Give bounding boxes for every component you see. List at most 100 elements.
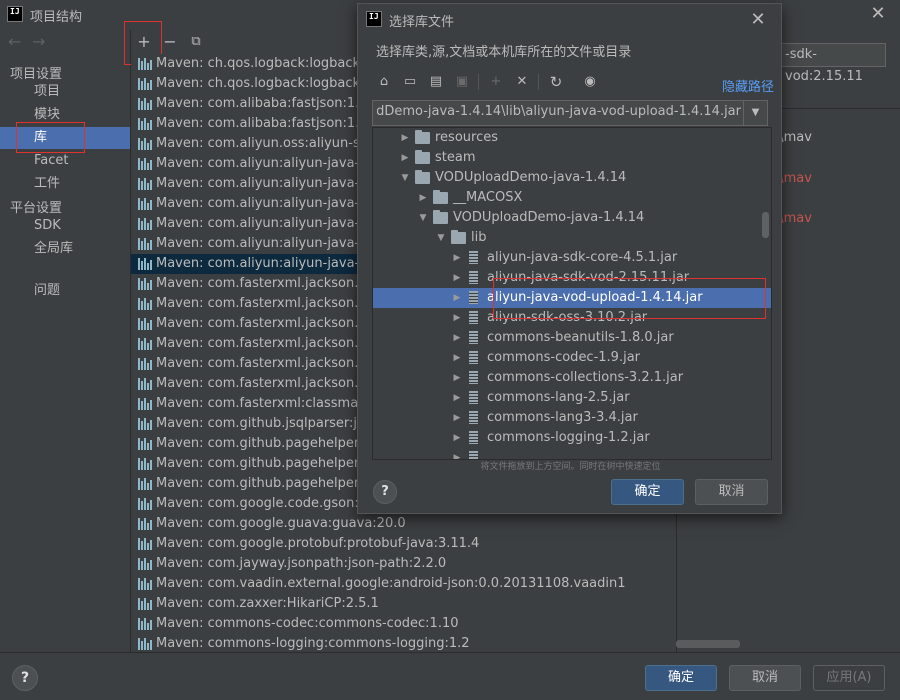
library-item[interactable]: Maven: com.google.guava:guava:20.0 [131,514,676,534]
library-icon [138,598,152,610]
library-label: Maven: com.fasterxml:classmate:1. [156,396,389,411]
module-folder-icon[interactable]: ▣ [452,71,472,93]
library-label: Maven: com.alibaba:fastjson:1.2.28 [156,96,389,111]
nav-item-modules[interactable]: 模块 [0,104,130,126]
chevron-right-icon[interactable]: ▶ [451,248,463,268]
nav-item-libraries[interactable]: 库 [0,127,130,149]
chevron-right-icon[interactable]: ▶ [451,368,463,388]
tree-item-jar[interactable]: ▶ commons-lang-2.5.jar [373,388,771,408]
library-icon [138,418,152,430]
navigation-history: ← → [0,30,130,56]
chevron-down-icon[interactable]: ▼ [417,208,429,228]
tree-item-jar[interactable]: ▶ commons-codec-1.9.jar [373,348,771,368]
help-icon[interactable]: ? [12,665,38,691]
library-icon [138,558,152,570]
ok-button[interactable]: 确定 [645,665,717,691]
chevron-right-icon[interactable]: ▶ [451,268,463,288]
library-item[interactable]: Maven: commons-codec:commons-codec:1.10 [131,614,676,634]
tree-item-label: commons-codec-1.9.jar [487,350,641,365]
new-folder-icon[interactable]: + [486,71,506,93]
library-item[interactable]: Maven: com.vaadin.external.google:androi… [131,574,676,594]
library-label: Maven: com.fasterxml.jackson.data [156,356,388,371]
forward-arrow-icon[interactable]: → [32,32,45,51]
horizontal-scrollbar[interactable] [676,640,740,648]
tree-item-folder[interactable]: ▶ __MACOSX [373,188,771,208]
library-item[interactable]: Maven: com.google.protobuf:protobuf-java… [131,534,676,554]
path-value: UploadDemo-java-1.4.14\lib\aliyun-java-v… [377,104,741,119]
library-item[interactable]: Maven: com.zaxxer:HikariCP:2.5.1 [131,594,676,614]
refresh-icon[interactable]: ↻ [546,71,566,93]
tree-item-jar[interactable]: ▶ aliyun-java-vod-upload-1.4.14.jar [373,288,771,308]
library-icon [138,438,152,450]
help-icon[interactable]: ? [373,480,397,504]
tree-item-jar[interactable]: ▶ aliyun-java-sdk-vod-2.15.11.jar [373,268,771,288]
nav-item-project[interactable]: 项目 [0,81,130,103]
library-label: Maven: com.zaxxer:HikariCP:2.5.1 [156,596,379,611]
chevron-right-icon[interactable]: ▶ [399,148,411,168]
desktop-icon[interactable]: ▭ [400,71,420,93]
library-icon [138,238,152,250]
cancel-button[interactable]: 取消 [729,665,801,691]
chevron-right-icon[interactable]: ▶ [417,188,429,208]
dialog-ok-button[interactable]: 确定 [611,479,684,505]
close-icon[interactable]: ✕ [866,2,890,26]
tree-item-label: aliyun-java-sdk-core-4.5.1.jar [487,250,678,265]
settings-nav: 项目设置 项目 模块 库 Facet 工件 平台设置 SDK 全局库 问题 [0,56,130,652]
tree-item-folder[interactable]: ▶ steam [373,148,771,168]
apply-button[interactable]: 应用(A) [813,665,885,691]
tree-item-folder[interactable]: ▼ lib [373,228,771,248]
project-folder-icon[interactable]: ▤ [426,71,446,93]
add-icon[interactable]: + [133,31,155,53]
library-item[interactable]: Maven: commons-logging:commons-logging:1… [131,634,676,652]
chevron-right-icon[interactable]: ▶ [451,388,463,408]
chevron-right-icon[interactable]: ▶ [451,308,463,328]
chevron-right-icon[interactable]: ▶ [451,348,463,368]
library-icon [138,378,152,390]
nav-item-global-libraries[interactable]: 全局库 [0,238,130,260]
copy-icon[interactable]: ⧉ [185,31,207,53]
library-icon [138,358,152,370]
library-label: Maven: com.aliyun.oss:aliyun-sdk-c [156,136,388,151]
chevron-right-icon[interactable]: ▶ [399,128,411,148]
hide-path-link[interactable]: 隐藏路径 [722,76,774,95]
path-combobox[interactable]: UploadDemo-java-1.4.14\lib\aliyun-java-v… [372,100,768,126]
library-item[interactable]: Maven: com.jayway.jsonpath:json-path:2.2… [131,554,676,574]
tree-item-label: commons-collections-3.2.1.jar [487,370,684,385]
tree-item-label: commons-lang3-3.4.jar [487,410,638,425]
tree-item-jar[interactable]: ▶ aliyun-sdk-oss-3.10.2.jar [373,308,771,328]
nav-item-sdk[interactable]: SDK [0,215,130,237]
vertical-scrollbar[interactable] [762,212,769,238]
platform-settings-header: 平台设置 [10,201,63,216]
delete-icon[interactable]: ✕ [512,71,532,93]
library-name-field[interactable]: -sdk-vod:2.15.11 [776,43,886,84]
chevron-right-icon[interactable]: ▶ [451,328,463,348]
jar-file-icon [469,371,478,384]
dialog-cancel-button[interactable]: 取消 [695,479,768,505]
tree-item-jar[interactable]: ▶ commons-beanutils-1.8.0.jar [373,328,771,348]
path-input[interactable]: UploadDemo-java-1.4.14\lib\aliyun-java-v… [377,104,741,119]
tree-item-folder[interactable]: ▶ resources [373,128,771,148]
chevron-down-icon[interactable]: ▼ [743,101,767,125]
close-icon[interactable]: ✕ [746,8,770,32]
chevron-right-icon[interactable]: ▶ [451,288,463,308]
home-icon[interactable]: ⌂ [374,71,394,93]
show-hidden-icon[interactable]: ◉ [580,71,600,93]
window-title: 项目结构 [30,10,83,25]
tree-item-jar[interactable]: ▶ commons-lang3-3.4.jar [373,408,771,428]
chevron-down-icon[interactable]: ▼ [399,168,411,188]
library-label: Maven: com.google.guava:guava:20.0 [156,516,406,531]
chevron-right-icon[interactable]: ▶ [451,408,463,428]
tree-item-folder[interactable]: ▼ VODUploadDemo-java-1.4.14 [373,168,771,188]
tree-item-jar[interactable]: ▶ commons-logging-1.2.jar [373,428,771,448]
remove-icon[interactable]: − [159,31,181,53]
nav-item-problems[interactable]: 问题 [0,280,130,302]
tree-item-folder[interactable]: ▼ VODUploadDemo-java-1.4.14 [373,208,771,228]
library-label: Maven: commons-logging:commons-logging:1… [156,636,470,651]
nav-item-artifacts[interactable]: 工件 [0,173,130,195]
chevron-down-icon[interactable]: ▼ [435,228,447,248]
back-arrow-icon[interactable]: ← [8,32,21,51]
tree-item-jar[interactable]: ▶ aliyun-java-sdk-core-4.5.1.jar [373,248,771,268]
tree-item-jar[interactable]: ▶ commons-collections-3.2.1.jar [373,368,771,388]
nav-item-facets[interactable]: Facet [0,150,130,172]
chevron-right-icon[interactable]: ▶ [451,428,463,448]
